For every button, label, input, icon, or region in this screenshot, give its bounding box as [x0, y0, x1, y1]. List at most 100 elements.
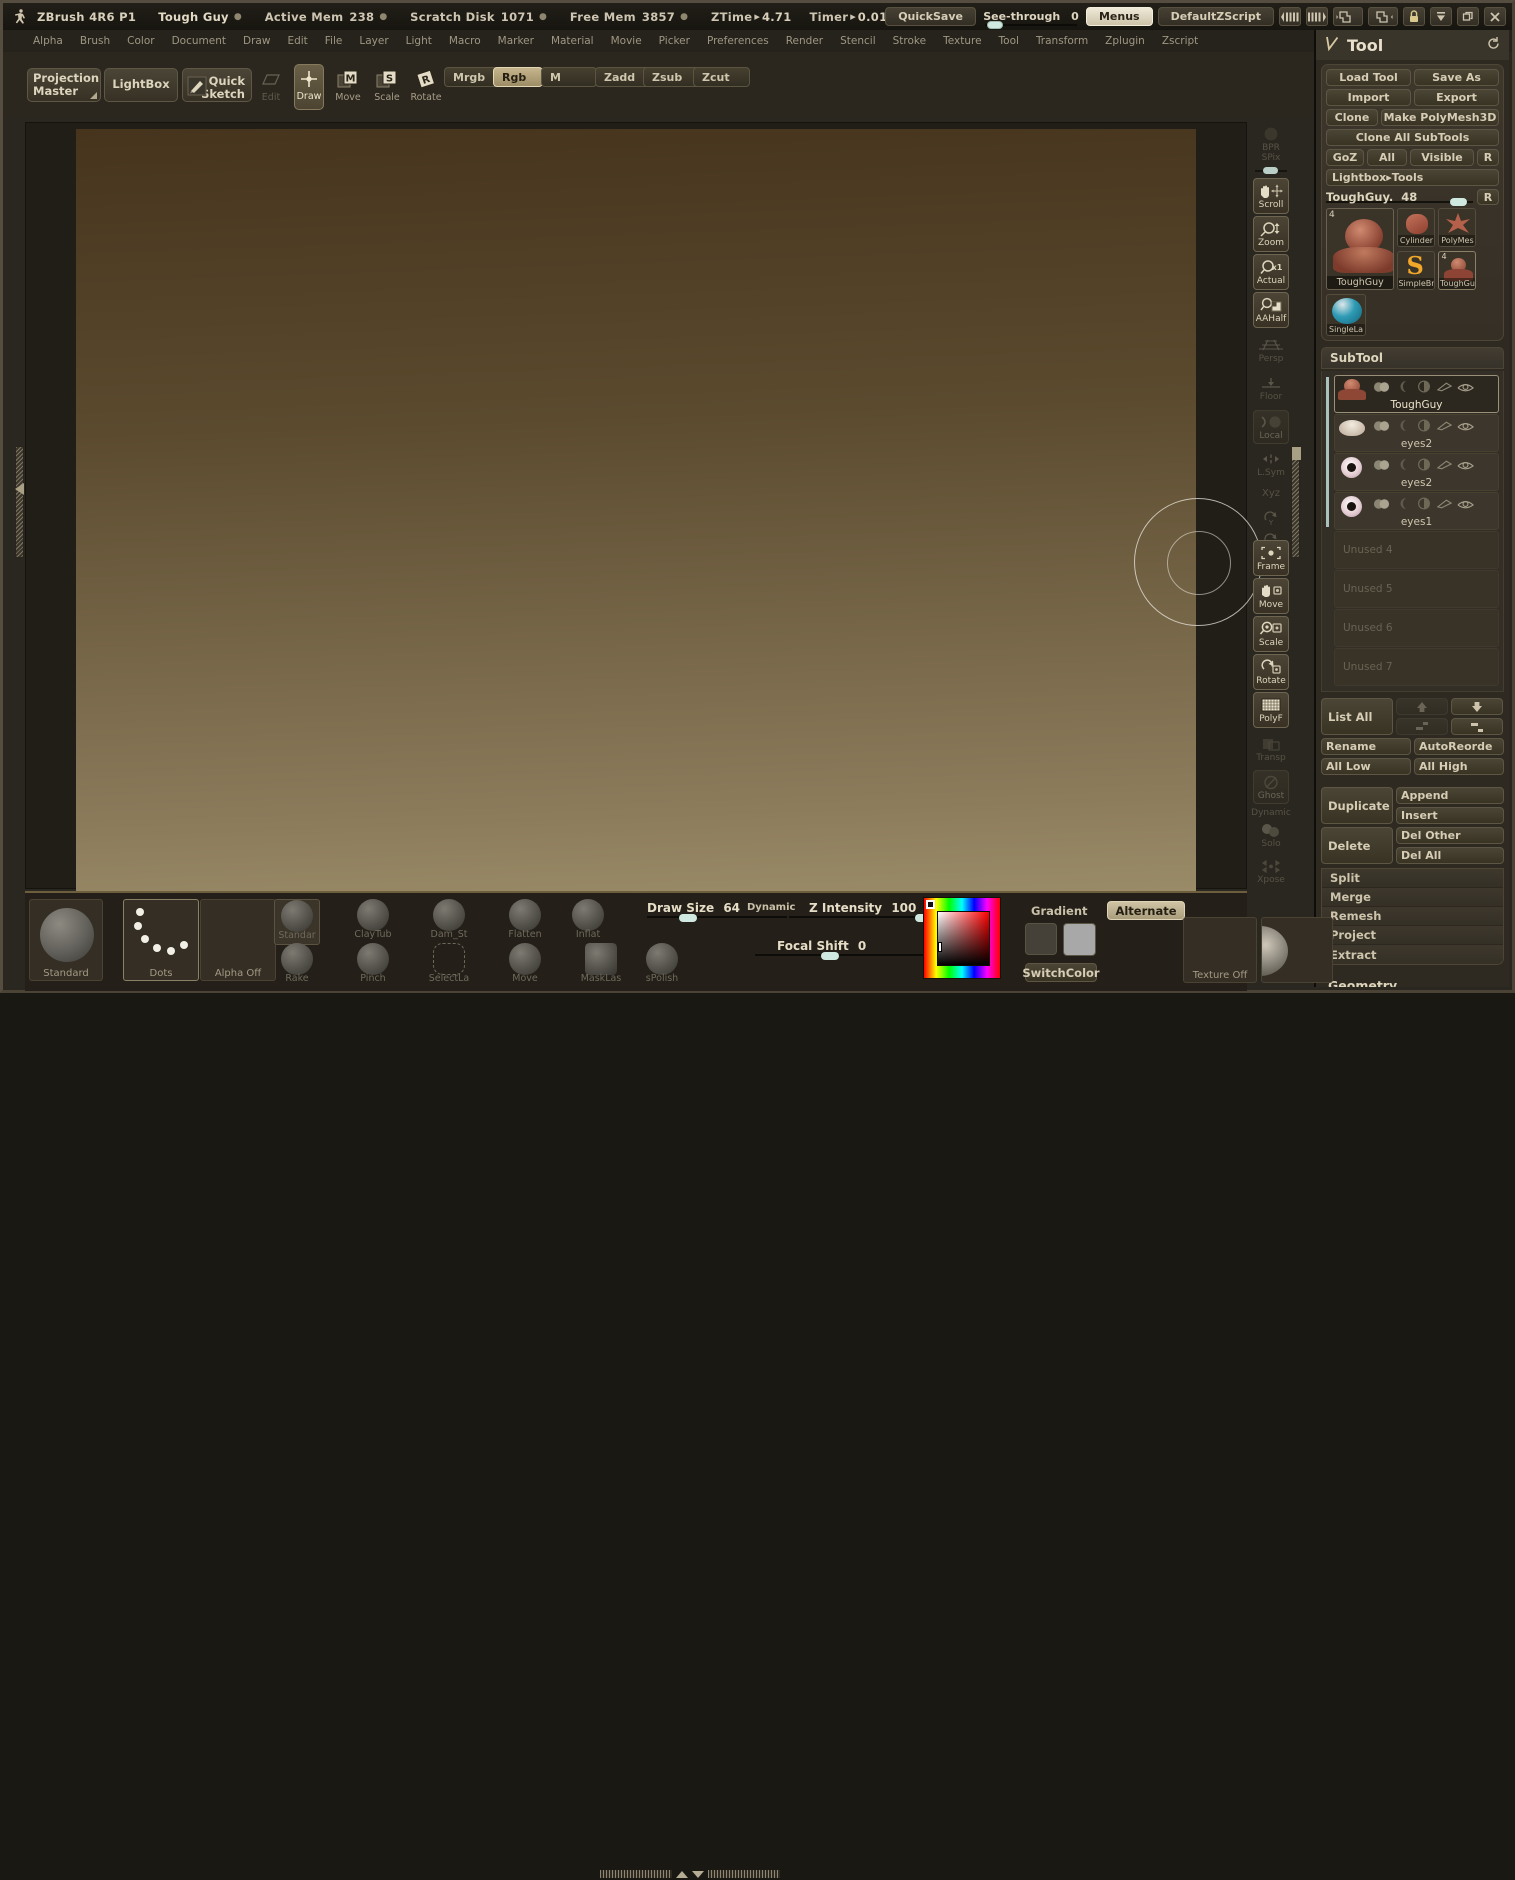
menu-item-render[interactable]: Render: [778, 33, 831, 49]
rename-button[interactable]: Rename: [1321, 738, 1411, 755]
menu-item-macro[interactable]: Macro: [441, 33, 489, 49]
brush-quick-pinch[interactable]: Pinch: [350, 943, 396, 989]
subtool-row-eyes2-b[interactable]: eyes2: [1334, 453, 1499, 491]
tray-left-icon[interactable]: [1333, 7, 1363, 26]
visibility-toggle-icon[interactable]: [1373, 457, 1390, 472]
visibility-toggle-icon[interactable]: [1373, 379, 1390, 394]
half-circle-toggle-icon[interactable]: [1415, 418, 1432, 433]
rotate-mode-button[interactable]: R Rotate: [409, 66, 443, 110]
draw-size-knob[interactable]: [679, 914, 697, 922]
polypaint-toggle-icon[interactable]: [1436, 496, 1453, 511]
left-tray-handle[interactable]: [15, 446, 24, 558]
projection-master-button[interactable]: Projection Master: [27, 68, 101, 102]
del-all-button[interactable]: Del All: [1396, 847, 1504, 864]
brush-quick-claytubes[interactable]: ClayTub: [350, 899, 396, 945]
duplicate-button[interactable]: Duplicate: [1321, 787, 1393, 824]
close-icon[interactable]: [1484, 7, 1506, 26]
lightbox-tools-button[interactable]: Lightbox▸Tools: [1326, 169, 1499, 186]
vtool-solo-button[interactable]: Solo: [1253, 818, 1289, 852]
delete-button[interactable]: Delete: [1321, 827, 1393, 864]
vtool-scale-button[interactable]: Scale: [1253, 616, 1289, 652]
polypaint-toggle-icon[interactable]: [1436, 457, 1453, 472]
move-up-icon[interactable]: [1396, 698, 1448, 715]
move-down-icon[interactable]: [1451, 698, 1503, 715]
tool-thumb-simplebrush[interactable]: S SimpleBr: [1397, 250, 1436, 290]
vtool-zoom-button[interactable]: Zoom: [1253, 216, 1289, 252]
draw-mode-button[interactable]: Draw: [294, 64, 324, 110]
all-high-button[interactable]: All High: [1414, 758, 1504, 775]
left-tray-arrow-icon[interactable]: [15, 483, 24, 495]
clone-all-subtools-button[interactable]: Clone All SubTools: [1326, 129, 1499, 146]
vtool-move-button[interactable]: Move: [1253, 578, 1289, 614]
tool-item-r-button[interactable]: R: [1477, 189, 1499, 205]
import-button[interactable]: Import: [1326, 89, 1411, 106]
vtool-spix-button[interactable]: SPix: [1253, 150, 1289, 165]
moon-toggle-icon[interactable]: [1394, 457, 1411, 472]
focal-shift-knob[interactable]: [821, 952, 839, 960]
brush-quick-rake[interactable]: Rake: [274, 943, 320, 989]
canvas-area[interactable]: [25, 122, 1262, 891]
vtool-rotate-y-icon-button[interactable]: Y: [1253, 508, 1289, 528]
menu-item-file[interactable]: File: [317, 33, 351, 49]
menu-item-alpha[interactable]: Alpha: [25, 33, 71, 49]
material-slot[interactable]: [1261, 917, 1333, 983]
subtool-row-eyes2-a[interactable]: eyes2: [1334, 414, 1499, 452]
move-mode-button[interactable]: M Move: [333, 66, 363, 110]
subtool-row-unused-7[interactable]: Unused 7: [1334, 648, 1499, 686]
extract-row[interactable]: Extract: [1322, 945, 1503, 964]
tool-thumb-singlelayer[interactable]: SingleLa: [1326, 294, 1366, 336]
half-circle-toggle-icon[interactable]: [1415, 379, 1432, 394]
vtool-frame-button[interactable]: Frame: [1253, 540, 1289, 576]
move-bottom-icon[interactable]: [1451, 718, 1503, 735]
menu-item-marker[interactable]: Marker: [490, 33, 542, 49]
right-tray-handle[interactable]: [1291, 446, 1301, 558]
eye-toggle-icon[interactable]: [1457, 379, 1474, 394]
color-picker[interactable]: [923, 897, 1001, 979]
z-intensity-slider[interactable]: Z Intensity 100: [789, 901, 935, 922]
color-picker-field[interactable]: [937, 911, 990, 966]
secondary-color-swatch[interactable]: [1063, 923, 1096, 956]
current-stroke-slot[interactable]: Dots: [123, 899, 199, 981]
eye-toggle-icon[interactable]: [1457, 418, 1474, 433]
menu-item-color[interactable]: Color: [119, 33, 162, 49]
tool-thumb-toughguy[interactable]: 4 ToughGuy: [1326, 208, 1395, 290]
lock-icon[interactable]: [1403, 7, 1425, 26]
visible-button[interactable]: Visible: [1410, 149, 1474, 166]
tray-right-icon[interactable]: [1368, 7, 1398, 26]
color-picker-marker[interactable]: [926, 900, 935, 909]
subtool-section-title[interactable]: SubTool: [1321, 347, 1504, 369]
tool-palette-reset-icon[interactable]: [1486, 36, 1501, 55]
eye-toggle-icon[interactable]: [1457, 496, 1474, 511]
vtool-rotate-button[interactable]: Rotate: [1253, 654, 1289, 690]
half-circle-toggle-icon[interactable]: [1415, 457, 1432, 472]
append-button[interactable]: Append: [1396, 787, 1504, 804]
bottom-scroll-strip[interactable]: [590, 1868, 790, 1880]
right-tray-arrow-icon[interactable]: [1292, 447, 1301, 460]
moon-toggle-icon[interactable]: [1394, 418, 1411, 433]
project-row[interactable]: Project: [1322, 926, 1503, 945]
polypaint-toggle-icon[interactable]: [1436, 418, 1453, 433]
menu-item-texture[interactable]: Texture: [935, 33, 989, 49]
subtool-row-unused-5[interactable]: Unused 5: [1334, 570, 1499, 608]
see-through-slider[interactable]: See-through 0: [983, 5, 1079, 29]
split-row[interactable]: Split: [1322, 869, 1503, 888]
menu-item-picker[interactable]: Picker: [651, 33, 698, 49]
tool-thumb-cylinder[interactable]: Cylinder: [1397, 208, 1436, 247]
load-tool-button[interactable]: Load Tool: [1326, 69, 1411, 86]
vtool-xpose-button[interactable]: Xpose: [1253, 854, 1289, 888]
maximize-icon[interactable]: [1457, 7, 1479, 26]
goz-r-button[interactable]: R: [1477, 149, 1499, 166]
subtool-scrollbar[interactable]: [1326, 377, 1329, 527]
spix-knob[interactable]: [1263, 167, 1278, 174]
moon-toggle-icon[interactable]: [1394, 379, 1411, 394]
lightbox-button[interactable]: LightBox: [104, 68, 178, 102]
see-through-knob[interactable]: [986, 20, 1003, 29]
menu-item-brush[interactable]: Brush: [72, 33, 118, 49]
menus-button[interactable]: Menus: [1085, 7, 1153, 26]
current-brush-slot[interactable]: Standard: [29, 899, 103, 981]
auto-reorder-button[interactable]: AutoReorde: [1414, 738, 1504, 755]
menu-item-layer[interactable]: Layer: [351, 33, 396, 49]
vtool-xyz-button[interactable]: Xyz: [1253, 482, 1289, 504]
visibility-toggle-icon[interactable]: [1373, 418, 1390, 433]
color-picker-value-marker[interactable]: [938, 942, 942, 952]
